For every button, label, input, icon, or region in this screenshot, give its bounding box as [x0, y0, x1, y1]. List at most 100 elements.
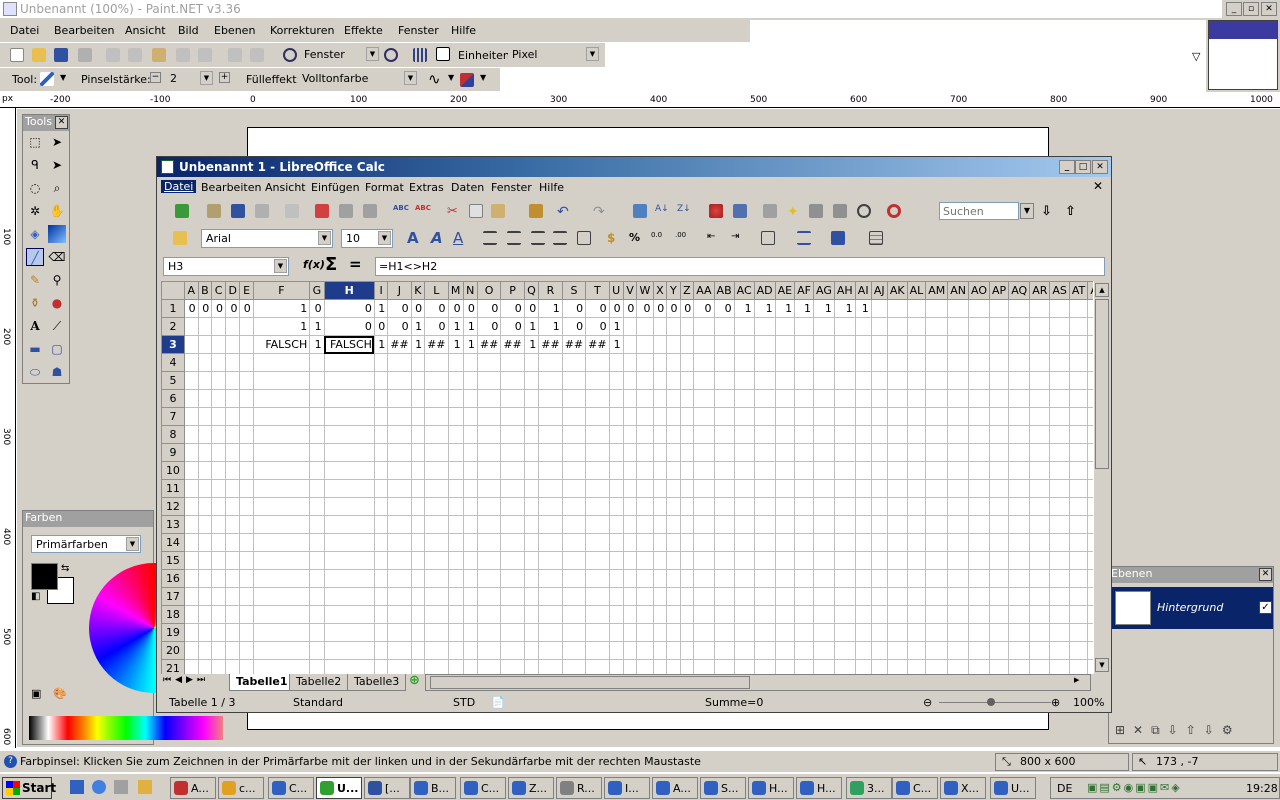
cell-AF9[interactable]: [794, 443, 814, 462]
column-header[interactable]: N: [462, 281, 478, 300]
cell-G16[interactable]: [309, 569, 325, 588]
cell-AF10[interactable]: [794, 461, 814, 480]
close-document-icon[interactable]: ✕: [1093, 179, 1103, 193]
cell-C5[interactable]: [211, 371, 227, 390]
cell-H6[interactable]: [323, 389, 375, 408]
cell-D18[interactable]: [225, 605, 241, 624]
cell-G5[interactable]: [309, 371, 325, 390]
cell-A10[interactable]: [183, 461, 199, 480]
palette-swatches[interactable]: [29, 716, 223, 740]
cell-B15[interactable]: [197, 551, 213, 570]
cell-AO14[interactable]: [968, 533, 991, 552]
cell-AA11[interactable]: [693, 479, 715, 498]
cell-AO3[interactable]: [968, 335, 991, 354]
cell-AK5[interactable]: [886, 371, 908, 390]
column-header[interactable]: E: [239, 281, 254, 300]
cell-AS16[interactable]: [1049, 569, 1070, 588]
cell-L2[interactable]: 0: [424, 317, 449, 336]
cell-AR7[interactable]: [1029, 407, 1051, 426]
cell-AR19[interactable]: [1029, 623, 1051, 642]
cell-AC2[interactable]: [733, 317, 755, 336]
cell-G6[interactable]: [309, 389, 325, 408]
quicklaunch-folder-icon[interactable]: [138, 780, 152, 794]
cell-AS3[interactable]: [1049, 335, 1070, 354]
cell-J18[interactable]: [387, 605, 412, 624]
cell-Q21[interactable]: [523, 659, 540, 674]
cell-B9[interactable]: [197, 443, 213, 462]
cell-AO19[interactable]: [968, 623, 991, 642]
cell-F9[interactable]: [252, 443, 311, 462]
cell-AB4[interactable]: [713, 353, 735, 372]
calc-spellcheck-icon[interactable]: ABC: [393, 204, 409, 218]
cell-V9[interactable]: [622, 443, 638, 462]
column-header[interactable]: M: [447, 281, 464, 300]
cell-W14[interactable]: [636, 533, 654, 552]
color-mode-dropdown[interactable]: Primärfarben ▼: [31, 535, 141, 553]
cell-Z19[interactable]: [679, 623, 695, 642]
pencil-icon[interactable]: ✎: [26, 271, 44, 289]
cell-AP9[interactable]: [989, 443, 1010, 462]
calc-zoom-icon[interactable]: [857, 204, 871, 218]
cell-AD4[interactable]: [753, 353, 776, 372]
cell-AO20[interactable]: [968, 641, 991, 660]
cell-Y10[interactable]: [666, 461, 681, 480]
cell-V16[interactable]: [622, 569, 638, 588]
cell-B4[interactable]: [197, 353, 213, 372]
column-header[interactable]: AG: [812, 281, 835, 300]
cell-AJ18[interactable]: [870, 605, 888, 624]
calc-menu-format[interactable]: Format: [365, 181, 404, 194]
cell-AM3[interactable]: [925, 335, 949, 354]
calc-pivot-icon[interactable]: [733, 204, 747, 218]
cell-AS9[interactable]: [1049, 443, 1070, 462]
cell-U9[interactable]: [608, 443, 624, 462]
cell-AR11[interactable]: [1029, 479, 1051, 498]
cell-AE20[interactable]: [774, 641, 796, 660]
calc-menu-fenster[interactable]: Fenster: [491, 181, 532, 194]
cell-R21[interactable]: [538, 659, 563, 674]
cell-U2[interactable]: 1: [608, 317, 624, 336]
cell-X3[interactable]: [652, 335, 668, 354]
cell-C13[interactable]: [211, 515, 227, 534]
taskbar-item[interactable]: A...: [170, 777, 216, 799]
cell-AQ4[interactable]: [1008, 353, 1031, 372]
cell-AA16[interactable]: [693, 569, 715, 588]
cell-Y12[interactable]: [666, 497, 681, 516]
cell-AK20[interactable]: [886, 641, 908, 660]
cell-AN20[interactable]: [947, 641, 970, 660]
cell-AQ11[interactable]: [1008, 479, 1031, 498]
cell-AK4[interactable]: [886, 353, 908, 372]
cell-AN4[interactable]: [947, 353, 970, 372]
cell-W16[interactable]: [636, 569, 654, 588]
cell-AN13[interactable]: [947, 515, 970, 534]
cell-L1[interactable]: 0: [424, 299, 449, 318]
column-header[interactable]: A: [183, 281, 199, 300]
name-box[interactable]: H3 ▼: [163, 257, 289, 276]
cell-G14[interactable]: [309, 533, 325, 552]
cell-AL3[interactable]: [906, 335, 927, 354]
cell-J20[interactable]: [387, 641, 412, 660]
cell-R3[interactable]: ##: [538, 335, 563, 354]
cell-AJ16[interactable]: [870, 569, 888, 588]
cell-M3[interactable]: 1: [447, 335, 464, 354]
zoom-in-button[interactable]: ⊕: [1051, 696, 1060, 709]
cell-AN2[interactable]: [947, 317, 970, 336]
cell-AH8[interactable]: [833, 425, 856, 444]
cell-AE7[interactable]: [774, 407, 796, 426]
cell-AC8[interactable]: [733, 425, 755, 444]
cell-AM5[interactable]: [925, 371, 949, 390]
calc-merge-cells-icon[interactable]: [577, 231, 591, 245]
cell-E17[interactable]: [239, 587, 254, 606]
cell-AB14[interactable]: [713, 533, 735, 552]
cell-M14[interactable]: [447, 533, 464, 552]
cell-K7[interactable]: [410, 407, 426, 426]
cell-A19[interactable]: [183, 623, 199, 642]
cell-AG10[interactable]: [812, 461, 835, 480]
cell-L16[interactable]: [424, 569, 449, 588]
cell-A21[interactable]: [183, 659, 199, 674]
column-header[interactable]: K: [410, 281, 426, 300]
palette-menu-icon[interactable]: 🎨: [53, 687, 67, 700]
cell-Z5[interactable]: [679, 371, 695, 390]
cell-M7[interactable]: [447, 407, 464, 426]
cell-AN10[interactable]: [947, 461, 970, 480]
cell-AQ17[interactable]: [1008, 587, 1031, 606]
